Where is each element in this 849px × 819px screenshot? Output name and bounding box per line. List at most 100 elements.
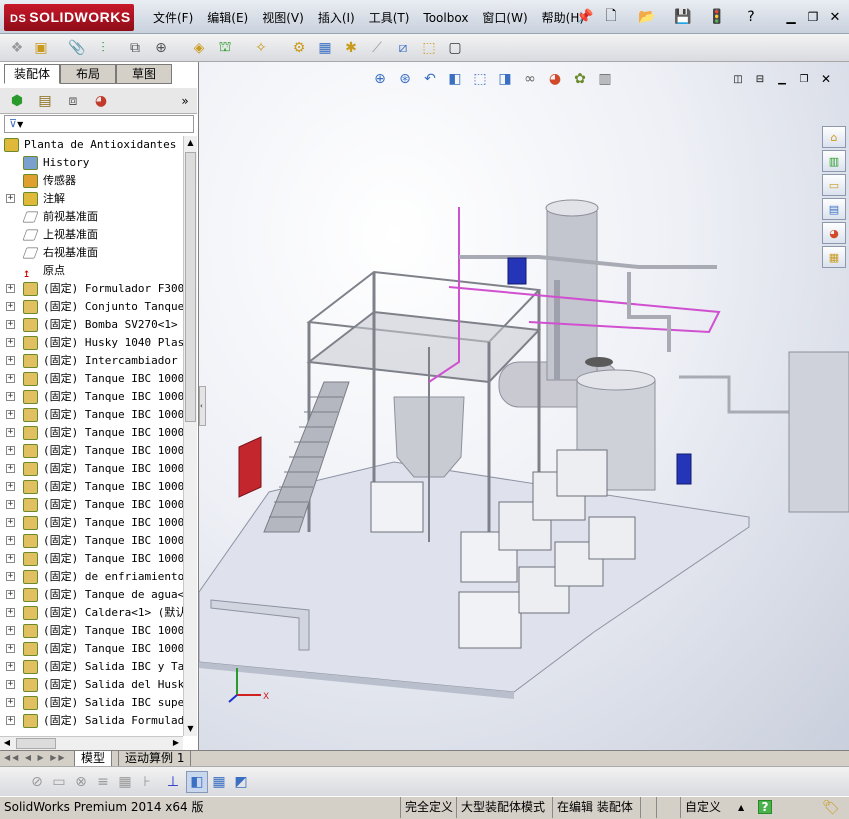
surface-finish-icon[interactable]: ▦ <box>114 771 136 793</box>
tree-item[interactable]: + (固定) Tanque IBC 1000L <box>0 406 183 424</box>
tree-item[interactable]: + (固定) Salida IBC super <box>0 694 183 712</box>
tree-item[interactable]: + (固定) Tanque IBC 1000L <box>0 442 183 460</box>
expand-toggle-icon[interactable]: + <box>6 284 15 293</box>
tree-item[interactable]: + (固定) Tanque IBC 1000L <box>0 622 183 640</box>
new-document-icon[interactable]: 🗋 <box>600 6 622 28</box>
filter-box[interactable]: ⊽▼ <box>4 115 194 133</box>
tree-item[interactable]: + (固定) Caldera<1> (默认 <box>0 604 183 622</box>
tree-item[interactable]: + (固定) Intercambiador A <box>0 352 183 370</box>
appearances-scenes-icon[interactable]: ◕ <box>822 222 846 244</box>
expand-toggle-icon[interactable]: + <box>6 644 15 653</box>
solidworks-logo[interactable]: DS SOLIDWORKS <box>4 4 134 31</box>
tree-item[interactable]: 前视基准面 <box>0 208 183 226</box>
menu-file[interactable]: 文件(F) <box>146 9 200 27</box>
tree-item[interactable]: + (固定) Formulador F300< <box>0 280 183 298</box>
expand-toggle-icon[interactable]: + <box>6 302 15 311</box>
file-explorer-icon[interactable]: ▭ <box>822 174 846 196</box>
expand-toggle-icon[interactable]: + <box>6 374 15 383</box>
tree-item[interactable]: History <box>0 154 183 172</box>
move-component-icon[interactable]: ⊕ <box>150 37 172 59</box>
tree-item[interactable]: 上视基准面 <box>0 226 183 244</box>
filter-dropdown[interactable]: ▼ <box>17 120 23 129</box>
expand-toggle-icon[interactable]: + <box>6 590 15 599</box>
hole-callout-icon[interactable]: ≡ <box>92 771 114 793</box>
clearance-icon[interactable]: ⬚ <box>418 37 440 59</box>
scroll-thumb[interactable] <box>185 152 196 422</box>
weld-icon[interactable]: ⊗ <box>70 771 92 793</box>
expand-panel-icon[interactable]: » <box>174 90 196 112</box>
unit-system[interactable]: 自定义 <box>680 797 725 818</box>
scroll-right-icon[interactable]: ▶ <box>169 737 183 749</box>
tree-item[interactable]: + (固定) Husky 1040 Plast <box>0 334 183 352</box>
tree-item[interactable]: + 注解 <box>0 190 183 208</box>
expand-toggle-icon[interactable]: + <box>6 680 15 689</box>
tree-item[interactable]: + (固定) Tanque IBC 1000L <box>0 370 183 388</box>
expand-toggle-icon[interactable]: + <box>6 500 15 509</box>
tab-sketch[interactable]: 草图 <box>116 64 172 84</box>
feature-tree-icon[interactable]: ⬢ <box>6 90 28 112</box>
tree-item[interactable]: + (固定) Tanque IBC 1000L <box>0 478 183 496</box>
component-icon[interactable]: ❖ <box>6 37 28 59</box>
save-icon[interactable]: 💾 <box>672 6 694 28</box>
bill-of-materials-icon[interactable]: ▦ <box>314 37 336 59</box>
datum-feature-icon[interactable]: ⊦ <box>136 771 158 793</box>
graphics-area[interactable]: ⊕ ⊛ ↶ ◧ ⬚ ◨ ∞ ◕ ✿ ▥ ◫ ⊟ ▁ ❐ ✕ X ⌂ ▥ ▭ ▤ … <box>199 62 849 750</box>
open-icon[interactable]: 📂 <box>636 6 658 28</box>
tree-item[interactable]: + (固定) Tanque IBC 1000L <box>0 388 183 406</box>
tab-model[interactable]: 模型 <box>74 751 113 767</box>
tree-item[interactable]: + (固定) Tanque IBC 1000L <box>0 550 183 568</box>
assembly-features-icon[interactable]: ⛫ <box>214 37 236 59</box>
paperclip-icon[interactable]: 📎 <box>66 37 88 59</box>
shaded-view-icon[interactable]: ◧ <box>186 771 208 793</box>
help-icon[interactable]: ? <box>740 6 762 28</box>
expand-toggle-icon[interactable]: + <box>6 482 15 491</box>
expand-toggle-icon[interactable]: + <box>6 554 15 563</box>
view-layout-icon[interactable]: ◩ <box>230 771 252 793</box>
expand-toggle-icon[interactable]: + <box>6 698 15 707</box>
rebuild-light-icon[interactable]: 🚦 <box>706 6 728 28</box>
tree-item[interactable]: + (固定) de enfriamiento <box>0 568 183 586</box>
tree-item[interactable]: + (固定) Tanque IBC 1000L <box>0 496 183 514</box>
smart-dimension-icon[interactable]: ⊘ <box>26 771 48 793</box>
tag-icon[interactable]: 🏷 <box>822 798 840 819</box>
expand-toggle-icon[interactable]: + <box>6 626 15 635</box>
configuration-manager-icon[interactable]: ⧈ <box>62 90 84 112</box>
panel-collapse-handle[interactable]: ‹ <box>199 386 206 426</box>
expand-toggle-icon[interactable]: + <box>6 536 15 545</box>
expand-toggle-icon[interactable]: + <box>6 518 15 527</box>
menu-insert[interactable]: 插入(I) <box>311 9 362 27</box>
tree-horizontal-scrollbar[interactable]: ◀ ▶ <box>0 736 183 750</box>
expand-toggle-icon[interactable]: + <box>6 410 15 419</box>
tree-item[interactable]: + (固定) Tanque IBC 1000L <box>0 514 183 532</box>
expand-toggle-icon[interactable]: + <box>6 464 15 473</box>
tree-item[interactable]: + (固定) Salida IBC y Tan <box>0 658 183 676</box>
menu-view[interactable]: 视图(V) <box>255 9 311 27</box>
tree-item[interactable]: + (固定) Bomba SV270<1> ( <box>0 316 183 334</box>
tree-item[interactable]: + (固定) Tanque IBC 1000L <box>0 532 183 550</box>
minimize-icon[interactable]: ▁ <box>780 6 802 28</box>
tab-layout[interactable]: 布局 <box>60 64 116 84</box>
tree-item[interactable]: + (固定) Salida Formulado <box>0 712 183 730</box>
table-icon[interactable]: ▦ <box>208 771 230 793</box>
expand-toggle-icon[interactable]: + <box>6 356 15 365</box>
exploded-view-icon[interactable]: ✱ <box>340 37 362 59</box>
expand-toggle-icon[interactable]: + <box>6 608 15 617</box>
expand-toggle-icon[interactable]: + <box>6 572 15 581</box>
expand-toggle-icon[interactable]: + <box>6 338 15 347</box>
tree-item[interactable]: + (固定) Tanque IBC 1000L <box>0 640 183 658</box>
tab-assembly[interactable]: 装配体 <box>4 64 60 84</box>
tab-nav-arrows[interactable]: ◀◀ ◀ ▶ ▶▶ <box>4 753 67 762</box>
tree-item[interactable]: 右视基准面 <box>0 244 183 262</box>
menu-window[interactable]: 窗口(W) <box>475 9 534 27</box>
note-icon[interactable]: ▭ <box>48 771 70 793</box>
expand-toggle-icon[interactable]: + <box>6 194 15 203</box>
menu-tools[interactable]: 工具(T) <box>362 9 417 27</box>
expand-toggle-icon[interactable]: + <box>6 392 15 401</box>
tree-vertical-scrollbar[interactable]: ▲ ▼ <box>183 136 197 736</box>
design-library-icon[interactable]: ▥ <box>822 150 846 172</box>
property-manager-icon[interactable]: ▤ <box>34 90 56 112</box>
solidworks-resources-icon[interactable]: ⌂ <box>822 126 846 148</box>
tree-item[interactable]: ↥ 原点 <box>0 262 183 280</box>
instant3d-icon[interactable]: ▢ <box>444 37 466 59</box>
tree-item[interactable]: Planta de Antioxidantes pa <box>0 136 183 154</box>
